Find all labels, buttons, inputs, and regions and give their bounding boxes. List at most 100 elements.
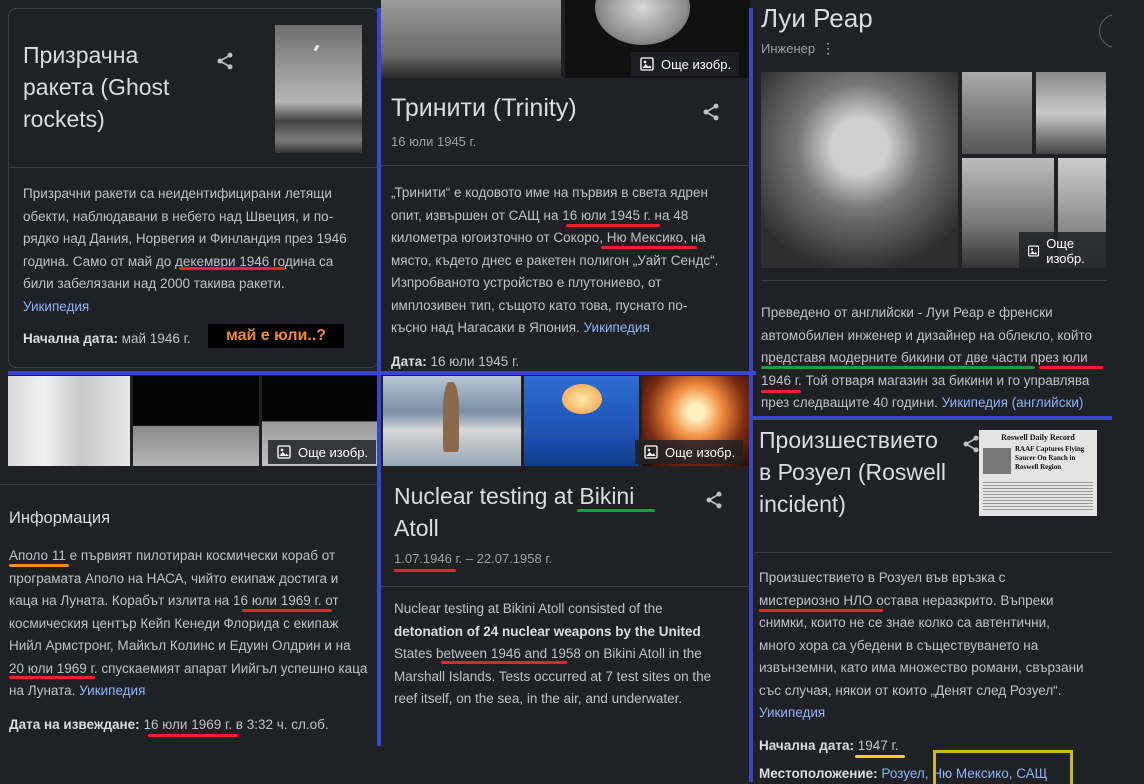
ghost-rocket-photo[interactable]: [275, 25, 362, 153]
bikini-panel: Още изобр. Nuclear testing at Bikini Ato…: [381, 376, 750, 716]
trinity-date: 16 юли 1945 г.: [391, 134, 477, 149]
red-underline: [441, 661, 567, 664]
more-images-label: Още изобр.: [1046, 236, 1085, 266]
green-underline: [577, 509, 655, 512]
trinity-body-line: Изпробваното устройство е плутониево, от: [391, 275, 662, 290]
blue-divider-line: [749, 8, 753, 782]
roswell-title-line: incident): [759, 491, 846, 517]
more-images-label: Още изобр.: [661, 56, 732, 72]
apollo-body-line: на Луната.: [9, 683, 76, 698]
red-underline: [566, 224, 660, 227]
apollo-body-line: Нийл Армстронг, Майкъл Колинс и Едуин Ол…: [9, 638, 351, 653]
ghost-body-line: били забелязани над 2000 такива ракети.: [23, 276, 285, 291]
orange-underline: [9, 564, 69, 567]
trinity-body-line: късно над Нагасаки в Япония.: [391, 320, 580, 335]
apollo-panel: Още изобр. Информация Аполо 11 е първият…: [0, 376, 377, 744]
wikipedia-link[interactable]: Уикипедия: [584, 320, 650, 335]
roswell-body-line: много хора са убедени в съществуването н…: [759, 637, 1039, 653]
info-heading: Информация: [9, 509, 111, 527]
blue-divider-line: [752, 416, 1112, 420]
image-icon: [640, 57, 654, 71]
image-icon: [277, 445, 291, 459]
reard-body-line: Преведено от английски - Луи Реар е френ…: [761, 305, 1053, 320]
fact-value: 1947 г.: [857, 738, 899, 753]
ghost-title-line: Призрачна: [23, 42, 139, 68]
fact-label: Дата на извеждане:: [9, 717, 140, 732]
more-images-button[interactable]: Още изобр.: [268, 440, 377, 464]
ghost-body-line: Призрачни ракети са неидентифицирани лет…: [23, 186, 332, 201]
bikini-body-line: detonation of 24 nuclear weapons by the …: [394, 623, 701, 639]
trinity-body-line: имплозивен тип, същото като това, пуснат…: [391, 297, 688, 313]
red-underline: [394, 569, 456, 572]
share-icon[interactable]: [215, 51, 235, 71]
more-images-button[interactable]: Още изобр.: [635, 440, 744, 464]
share-icon[interactable]: [704, 490, 724, 510]
ghost-title-line: ракета (Ghost: [23, 74, 170, 100]
roswell-body-line: със случая, някои от които „Денят след Р…: [759, 682, 1062, 698]
wikipedia-link[interactable]: Уикипедия: [23, 296, 368, 319]
fact-label: Местоположение:: [759, 766, 878, 781]
ghost-body-line: рядко над Дания, Норвегия и Финландия пр…: [23, 231, 347, 246]
next-arrow-button[interactable]: [1099, 14, 1112, 48]
share-icon[interactable]: [701, 102, 721, 122]
trinity-panel: Още изобр. Тринити (Trinity) 16 юли 1945…: [381, 0, 750, 372]
fact-value: 16 юли 1945 г.: [430, 354, 520, 369]
fact-label: Дата:: [391, 354, 427, 369]
more-images-label: Още изобр.: [298, 444, 369, 460]
reard-body-line: автомобилен инженер и дизайнер на облекл…: [761, 327, 1092, 343]
reard-panel: Луи Реар Инженер ⋮ Още изобр. Преведено …: [755, 0, 1112, 414]
trinity-body-line: „Тринити“ е кодовото име на първия в све…: [391, 185, 708, 200]
bikini-photo[interactable]: [383, 376, 521, 466]
roswell-body-line: Произшествието в Розуел във връзка с: [759, 570, 1006, 585]
fact-value: 16 юли 1969 г. в 3:32 ч. сл.об.: [143, 717, 329, 732]
image-icon: [644, 445, 658, 459]
more-images-label: Още изобр.: [665, 444, 736, 460]
yellow-highlight-box: [933, 750, 1073, 784]
apollo-body-line: космическия център Кейп Кенеди Флорида с…: [9, 615, 339, 631]
ghost-rockets-panel: Призрачна ракета (Ghost rockets) Призрач…: [8, 8, 379, 368]
annotation-note: май е юли..?: [208, 324, 344, 348]
bikini-photo[interactable]: [524, 376, 639, 466]
more-images-button[interactable]: Още изобр.: [1019, 232, 1112, 270]
yellow-underline: [855, 755, 905, 758]
wikipedia-link[interactable]: Уикипедия: [759, 702, 1109, 725]
wikipedia-link[interactable]: Уикипедия (английски): [942, 395, 1084, 410]
trinity-body-line: място, където днес е ракетен полигон „Уа…: [391, 252, 719, 268]
bikini-title-line: Nuclear testing at Bikini: [394, 483, 635, 509]
roswell-title-line: Произшествието: [759, 427, 938, 453]
apollo-crew-photo[interactable]: [8, 376, 130, 466]
blue-divider-line: [377, 8, 381, 746]
share-icon[interactable]: [961, 434, 981, 454]
trinity-title: Тринити (Trinity): [391, 94, 577, 122]
roswell-panel: Произшествието в Розуел (Roswell inciden…: [755, 418, 1112, 784]
more-images-button[interactable]: Още изобр.: [631, 52, 740, 76]
fact-label: Начална дата:: [23, 331, 118, 346]
bikini-title-line: Atoll: [394, 515, 439, 541]
reard-title: Луи Реар: [761, 3, 873, 33]
red-underline: [761, 390, 801, 393]
reard-photo[interactable]: [1036, 72, 1106, 154]
green-underline: [761, 366, 1035, 369]
bikini-date: 1.07.1946 г. – 22.07.1958 г.: [394, 551, 553, 566]
red-underline: [179, 267, 285, 270]
apollo-body-line: програмата Аполо на НАСА, чийто екипаж д…: [9, 570, 339, 586]
more-vert-icon[interactable]: ⋮: [821, 40, 835, 57]
reard-photo[interactable]: [962, 72, 1032, 154]
bikini-body-line: reef itself, on the sea, in the air, and…: [394, 691, 683, 706]
red-underline: [148, 734, 238, 737]
roswell-title-line: в Розуел (Roswell: [759, 459, 947, 485]
red-underline: [9, 676, 95, 679]
ghost-body-line: обекти, наблюдавани в небето над Швеция,…: [23, 208, 334, 224]
wikipedia-link[interactable]: Уикипедия: [79, 683, 145, 698]
apollo-flag-photo[interactable]: [133, 376, 259, 466]
reard-portrait[interactable]: [761, 72, 958, 268]
blue-divider-line: [8, 371, 756, 375]
red-underline: [242, 609, 332, 612]
newspaper-masthead: Roswell Daily Record: [1001, 433, 1075, 442]
trinity-photo-left[interactable]: [381, 0, 561, 78]
red-underline: [1039, 366, 1103, 369]
newspaper-photo[interactable]: Roswell Daily Record RAAF Captures Flyin…: [979, 430, 1097, 516]
reard-subtitle: Инженер: [761, 41, 816, 56]
roswell-body-line: снимки, които не се знае колко са автент…: [759, 615, 1050, 630]
red-underline: [759, 609, 883, 612]
